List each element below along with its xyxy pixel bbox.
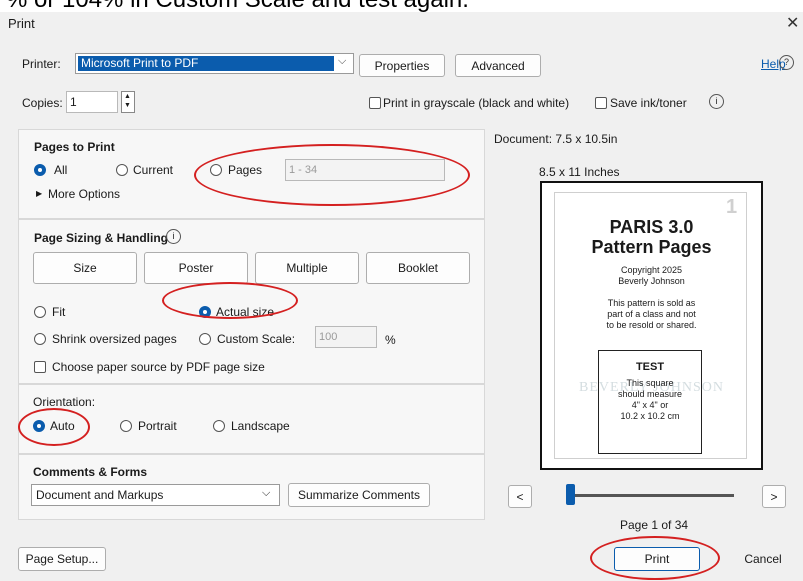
page-slider-track[interactable] (570, 494, 734, 497)
landscape-label: Landscape (231, 419, 290, 433)
tab-size[interactable]: Size (33, 252, 137, 284)
document-size: Document: 7.5 x 10.5in (494, 132, 618, 146)
copies-stepper[interactable]: ▲ ▼ (121, 91, 135, 113)
next-page-button[interactable]: > (762, 485, 786, 508)
window-title: Print (8, 16, 35, 31)
copies-value: 1 (70, 95, 77, 109)
chevron-down-icon: ⌵ (262, 487, 271, 499)
orientation-panel: Orientation: Auto Portrait Landscape (18, 384, 485, 454)
previous-page-button[interactable]: < (508, 485, 532, 508)
tab-poster[interactable]: Poster (144, 252, 248, 284)
copies-input[interactable]: 1 (66, 91, 118, 113)
test-line2: should measure (617, 389, 683, 399)
test-line4: 10.2 x 10.2 cm (620, 411, 680, 421)
stepper-down-icon[interactable]: ▼ (124, 102, 131, 109)
custom-scale-input[interactable]: 100 (315, 326, 377, 348)
save-ink-checkbox[interactable] (595, 97, 607, 109)
all-radio[interactable] (34, 164, 46, 176)
close-icon[interactable]: ✕ (786, 13, 799, 33)
grayscale-label: Print in grayscale (black and white) (383, 96, 570, 110)
actual-size-label: Actual size (216, 305, 275, 319)
help-icon[interactable]: ? (779, 55, 794, 70)
page-preview: 1 PARIS 3.0 Pattern Pages Copyright 2025… (540, 181, 763, 470)
copyright-line2: Beverly Johnson (618, 276, 685, 286)
notice-line1: This pattern is sold as (607, 298, 696, 308)
pages-range-value: 1 - 34 (289, 164, 318, 176)
printer-selected-value: Microsoft Print to PDF (78, 56, 334, 71)
current-label: Current (133, 163, 174, 177)
auto-label: Auto (50, 419, 75, 433)
paper-source-checkbox[interactable] (34, 361, 46, 373)
page-sizing-panel: Page Sizing & Handling i Size Poster Mul… (18, 219, 485, 384)
page-number-mark: 1 (726, 196, 738, 218)
copies-label: Copies: (22, 96, 63, 110)
comments-panel: Comments & Forms Document and Markups ⌵ … (18, 454, 485, 520)
page-indicator: Page 1 of 34 (620, 518, 689, 532)
tab-multiple[interactable]: Multiple (255, 252, 359, 284)
comments-select[interactable]: Document and Markups ⌵ (31, 484, 280, 506)
paper-source-label: Choose paper source by PDF page size (52, 360, 265, 374)
shrink-label: Shrink oversized pages (52, 332, 177, 346)
comments-heading: Comments & Forms (33, 465, 148, 479)
pages-label: Pages (228, 163, 263, 177)
portrait-radio[interactable] (120, 420, 132, 432)
printer-label: Printer: (22, 57, 61, 71)
chevron-down-icon: ⌵ (338, 55, 347, 67)
advanced-button[interactable]: Advanced (455, 54, 541, 77)
save-ink-label: Save ink/toner (610, 96, 687, 110)
comments-selected-value: Document and Markups (36, 488, 164, 502)
auto-radio[interactable] (33, 420, 45, 432)
notice-line3: to be resold or shared. (606, 320, 697, 330)
grayscale-checkbox[interactable] (369, 97, 381, 109)
pages-radio[interactable] (210, 164, 222, 176)
notice-line2: part of a class and not (607, 309, 696, 319)
overlay-caption: % or 104% in Custom Scale and test again… (6, 0, 469, 12)
test-square: TEST This square should measure 4" x 4" … (598, 350, 702, 454)
actual-size-radio[interactable] (199, 306, 211, 318)
fit-radio[interactable] (34, 306, 46, 318)
orientation-heading: Orientation: (33, 395, 96, 409)
pages-range-input[interactable]: 1 - 34 (285, 159, 445, 181)
portrait-label: Portrait (138, 419, 177, 433)
page-slider-thumb[interactable] (566, 484, 575, 505)
test-line1: This square (626, 378, 674, 388)
copyright-line1: Copyright 2025 (620, 265, 683, 275)
all-label: All (54, 163, 68, 177)
page-title-line2: Pattern Pages (591, 237, 712, 257)
more-options-toggle[interactable]: More Options (48, 187, 120, 201)
stepper-up-icon[interactable]: ▲ (124, 93, 131, 100)
printer-select[interactable]: Microsoft Print to PDF ⌵ (75, 53, 354, 74)
test-line3: 4" x 4" or (631, 400, 669, 410)
cancel-button[interactable]: Cancel (720, 547, 803, 571)
print-dialog: Print ✕ Printer: Microsoft Print to PDF … (0, 12, 803, 581)
fit-label: Fit (52, 305, 66, 319)
overlay-caption-strip: % or 104% in Custom Scale and test again… (0, 0, 803, 12)
page-title-line1: PARIS 3.0 (609, 217, 694, 237)
info-icon[interactable]: i (166, 229, 181, 244)
shrink-radio[interactable] (34, 333, 46, 345)
pages-to-print-heading: Pages to Print (34, 140, 115, 154)
custom-scale-label: Custom Scale: (217, 332, 296, 346)
percent-label: % (385, 333, 396, 347)
summarize-comments-button[interactable]: Summarize Comments (288, 483, 430, 507)
expand-triangle-icon[interactable]: ▶ (36, 189, 42, 198)
current-radio[interactable] (116, 164, 128, 176)
custom-scale-radio[interactable] (199, 333, 211, 345)
page-sizing-heading: Page Sizing & Handling (34, 231, 169, 245)
page-setup-button[interactable]: Page Setup... (18, 547, 106, 571)
pages-to-print-panel: Pages to Print All Current Pages 1 - 34 … (18, 129, 485, 219)
print-button[interactable]: Print (614, 547, 700, 571)
properties-button[interactable]: Properties (359, 54, 445, 77)
paper-size: 8.5 x 11 Inches (539, 165, 620, 179)
custom-scale-value: 100 (319, 331, 338, 343)
tab-booklet[interactable]: Booklet (366, 252, 470, 284)
info-icon[interactable]: i (709, 94, 724, 109)
test-heading: TEST (635, 361, 665, 373)
landscape-radio[interactable] (213, 420, 225, 432)
